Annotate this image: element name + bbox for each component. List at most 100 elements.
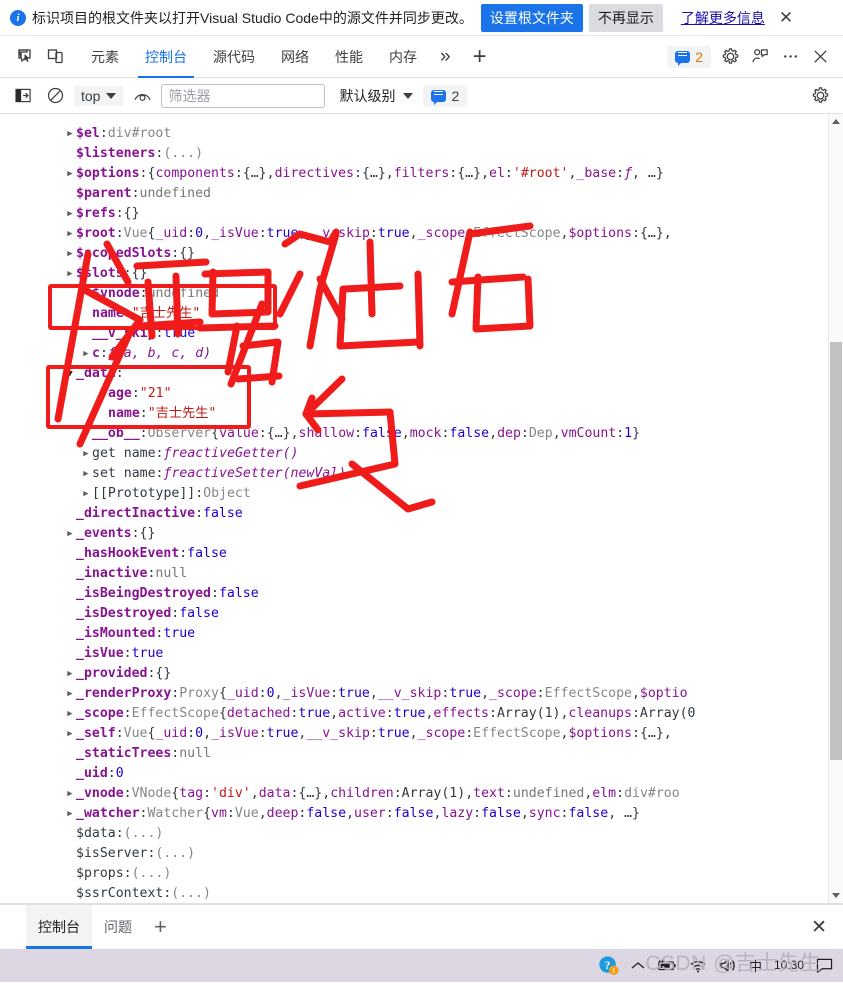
console-property-row[interactable]: ▶ c: ƒ (a, b, c, d) [0,344,827,364]
learn-more-link[interactable]: 了解更多信息 [681,8,765,28]
triangle-right-icon[interactable]: ▶ [64,224,76,244]
tab-sources[interactable]: 源代码 [200,36,268,78]
volume-icon[interactable] [719,958,737,973]
scroll-up-arrow[interactable] [829,114,843,129]
triangle-right-icon[interactable]: ▶ [64,204,76,224]
clear-console-icon[interactable] [42,83,68,109]
triangle-right-icon[interactable]: ▶ [80,464,92,484]
console-property-row[interactable]: ▶ _provided: {} [0,664,827,684]
more-tabs-icon[interactable]: » [430,46,461,68]
console-property-row[interactable]: ▶ _vnode: VNode {tag: 'div', data: {…}, c… [0,784,827,804]
console-property-row[interactable]: ▼ _data: [0,364,827,384]
issues-badge[interactable]: 2 [667,45,711,68]
filter-input[interactable] [161,83,326,108]
inspect-element-icon[interactable] [10,42,40,72]
wifi-icon[interactable] [689,959,707,973]
show-hidden-icons-icon[interactable] [631,961,645,971]
triangle-right-icon[interactable]: ▶ [80,444,92,464]
triangle-right-icon[interactable]: ▶ [80,424,92,444]
tab-elements[interactable]: 元素 [78,36,132,78]
dont-show-again-button[interactable]: 不再显示 [588,3,663,32]
console-property-row[interactable]: ▶ $options: {components: {…}, directives:… [0,164,827,184]
console-property-row[interactable]: ▶__v_skip: true [0,324,827,344]
console-property-row[interactable]: ▶ $el: div#root [0,124,827,144]
drawer-tab-console[interactable]: 控制台 [26,905,92,949]
close-icon[interactable]: ✕ [779,9,793,26]
scroll-down-arrow[interactable] [829,888,843,903]
console-property-row[interactable]: ▶ $scopedSlots: {} [0,244,827,264]
console-property-row[interactable]: ▶_isMounted: true [0,624,827,644]
tab-performance[interactable]: 性能 [322,36,376,78]
drawer-add-tab-icon[interactable]: + [144,905,177,949]
triangle-right-icon[interactable]: ▶ [64,264,76,284]
triangle-right-icon[interactable]: ▶ [80,484,92,504]
tab-console[interactable]: 控制台 [132,36,200,78]
triangle-right-icon[interactable]: ▶ [64,704,76,724]
log-level-select[interactable]: 默认级别 [339,86,414,106]
console-property-row[interactable]: ▶ _self: Vue {_uid: 0, _isVue: true, __v_… [0,724,827,744]
live-expression-icon[interactable] [129,83,155,109]
console-property-row[interactable]: ▶name: "吉士先生" [0,304,827,324]
set-root-folder-button[interactable]: 设置根文件夹 [480,3,583,32]
console-property-row[interactable]: ▶ _renderProxy: Proxy {_uid: 0, _isVue: t… [0,684,827,704]
console-settings-icon[interactable] [805,81,835,111]
console-property-row[interactable]: ▶ [0,114,827,124]
console-output[interactable]: ▶▶$el: div#root▶$listeners: (...)▶$optio… [0,114,843,904]
execution-context-select[interactable]: top [74,85,124,106]
console-property-row[interactable]: ▶ get name: ƒ reactiveGetter() [0,444,827,464]
console-property-row[interactable]: ▶name: "吉士先生" [0,404,827,424]
console-scrollbar[interactable] [828,114,843,903]
console-property-row[interactable]: ▶$data: (...) [0,824,827,844]
console-property-row[interactable]: ▶$parent: undefined [0,184,827,204]
console-property-row[interactable]: ▶age: "21" [0,384,827,404]
console-property-row[interactable]: ▶_isDestroyed: false [0,604,827,624]
triangle-right-icon[interactable]: ▶ [64,804,76,824]
console-property-row[interactable]: ▶_directInactive: false [0,504,827,524]
triangle-right-icon[interactable]: ▶ [64,724,76,744]
console-property-row[interactable]: ▶_staticTrees: null [0,744,827,764]
scrollbar-thumb[interactable] [830,342,842,760]
console-property-row[interactable]: ▶$props: (...) [0,864,827,884]
action-center-icon[interactable] [816,958,833,973]
add-tab-icon[interactable]: + [461,43,499,71]
drawer-tab-issues[interactable]: 问题 [92,905,144,949]
console-property-row[interactable]: ▶ _scope: EffectScope {detached: true, ac… [0,704,827,724]
console-property-row[interactable]: ▶_uid: 0 [0,764,827,784]
triangle-right-icon[interactable]: ▶ [64,684,76,704]
filter-issues-badge[interactable]: 2 [423,84,468,107]
triangle-right-icon[interactable]: ▶ [64,664,76,684]
console-property-row[interactable]: ▶$ssrContext: (...) [0,884,827,903]
more-options-icon[interactable] [775,42,805,72]
tab-memory[interactable]: 内存 [376,36,430,78]
console-property-row[interactable]: ▶ $slots: {} [0,264,827,284]
help-icon[interactable]: ? ! [598,955,619,976]
show-console-sidebar-icon[interactable] [10,83,36,109]
feedback-icon[interactable] [745,42,775,72]
device-toolbar-icon[interactable] [40,42,70,72]
triangle-right-icon[interactable]: ▶ [64,244,76,264]
triangle-right-icon[interactable]: ▶ [64,124,76,144]
triangle-right-icon[interactable]: ▶ [80,344,92,364]
triangle-right-icon[interactable]: ▶ [64,524,76,544]
console-property-row[interactable]: ▶_hasHookEvent: false [0,544,827,564]
battery-icon[interactable] [657,959,677,972]
console-property-row[interactable]: ▶$vnode: undefined [0,284,827,304]
console-property-row[interactable]: ▶_inactive: null [0,564,827,584]
console-property-row[interactable]: ▶ [[Prototype]]: Object [0,484,827,504]
console-property-row[interactable]: ▶_isVue: true [0,644,827,664]
tab-network[interactable]: 网络 [268,36,322,78]
ime-indicator[interactable]: 中 [749,956,762,975]
console-property-row[interactable]: ▶ _events: {} [0,524,827,544]
console-property-row[interactable]: ▶ _watcher: Watcher {vm: Vue, deep: false… [0,804,827,824]
clock[interactable]: 10:30 [774,959,804,972]
console-property-row[interactable]: ▶ $refs: {} [0,204,827,224]
console-property-row[interactable]: ▶ __ob__: Observer {value: {…}, shallow: … [0,424,827,444]
console-property-row[interactable]: ▶$listeners: (...) [0,144,827,164]
console-property-row[interactable]: ▶ set name: ƒ reactiveSetter(newVal) [0,464,827,484]
drawer-close-icon[interactable]: ✕ [795,905,843,949]
console-property-row[interactable]: ▶$isServer: (...) [0,844,827,864]
close-devtools-icon[interactable] [805,42,835,72]
console-property-row[interactable]: ▶_isBeingDestroyed: false [0,584,827,604]
triangle-down-icon[interactable]: ▼ [64,364,76,384]
gear-icon[interactable] [715,42,745,72]
